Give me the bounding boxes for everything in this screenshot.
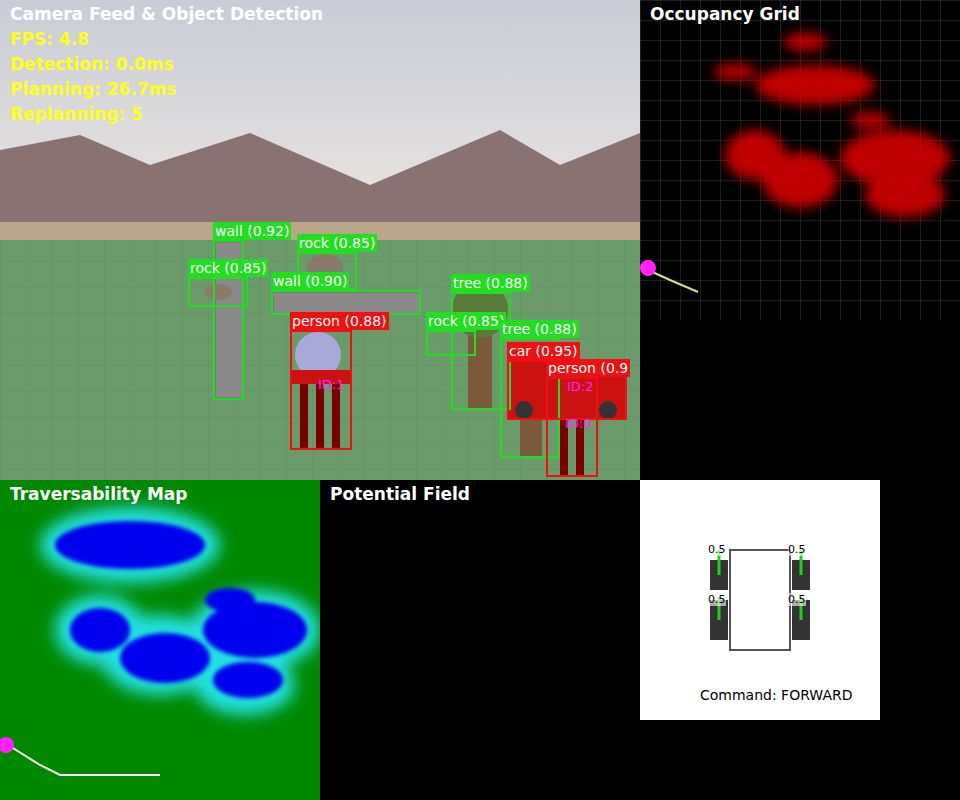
detection-label: wall (0.92) — [213, 222, 291, 240]
traversability-map — [0, 480, 320, 800]
wheel-speed: 0.5 — [788, 593, 806, 606]
panel-title: Traversability Map — [10, 483, 188, 505]
wheel-speed: 0.5 — [708, 593, 726, 606]
detection-label: tree (0.88) — [500, 320, 579, 338]
detection-label: car (0.95) — [507, 342, 580, 360]
track-id: ID:2 — [567, 379, 594, 395]
occupancy-grid-panel: Occupancy Grid — [640, 0, 960, 320]
detection-label: rock (0.85) — [297, 234, 377, 252]
detection-label: rock (0.85) — [426, 312, 506, 330]
detection-label: person (0.9 — [546, 359, 630, 377]
detection-label: tree (0.88) — [451, 274, 530, 292]
wheel-speed: 0.5 — [708, 543, 726, 556]
dashboard: wall (0.92)rock (0.85)rock (0.85)wall (0… — [0, 0, 960, 800]
robot-panel: 0.5 0.5 0.5 0.5 Command: FORWARD — [640, 480, 880, 720]
stat-line: Replanning: 5 — [10, 102, 177, 127]
stat-line: Detection: 0.0ms — [10, 52, 177, 77]
command-label: Command: FORWARD — [700, 686, 853, 704]
track-id: ID:0 — [565, 416, 592, 432]
detection-label: rock (0.85) — [188, 259, 268, 277]
detection-label: person (0.88) — [290, 312, 389, 330]
stat-line: FPS: 4.8 — [10, 27, 177, 52]
potential-field-panel: Potential Field — [320, 480, 640, 800]
robot-diagram — [640, 480, 880, 720]
detection-label: wall (0.90) — [271, 272, 349, 290]
wheel-speed: 0.5 — [788, 543, 806, 556]
detection-box — [426, 330, 476, 356]
panel-title: Potential Field — [330, 483, 470, 505]
stats-overlay: FPS: 4.8Detection: 0.0msPlanning: 26.7ms… — [10, 27, 177, 127]
detection-box — [188, 277, 248, 307]
camera-panel: wall (0.92)rock (0.85)rock (0.85)wall (0… — [0, 0, 640, 480]
panel-title: Occupancy Grid — [650, 3, 800, 25]
panel-title: Camera Feed & Object Detection — [10, 3, 323, 25]
detection-box — [451, 292, 511, 410]
track-id: ID:1 — [318, 377, 345, 393]
stat-line: Planning: 26.7ms — [10, 77, 177, 102]
traversability-panel: Traversability Map — [0, 480, 320, 800]
occupancy-grid — [640, 0, 960, 320]
